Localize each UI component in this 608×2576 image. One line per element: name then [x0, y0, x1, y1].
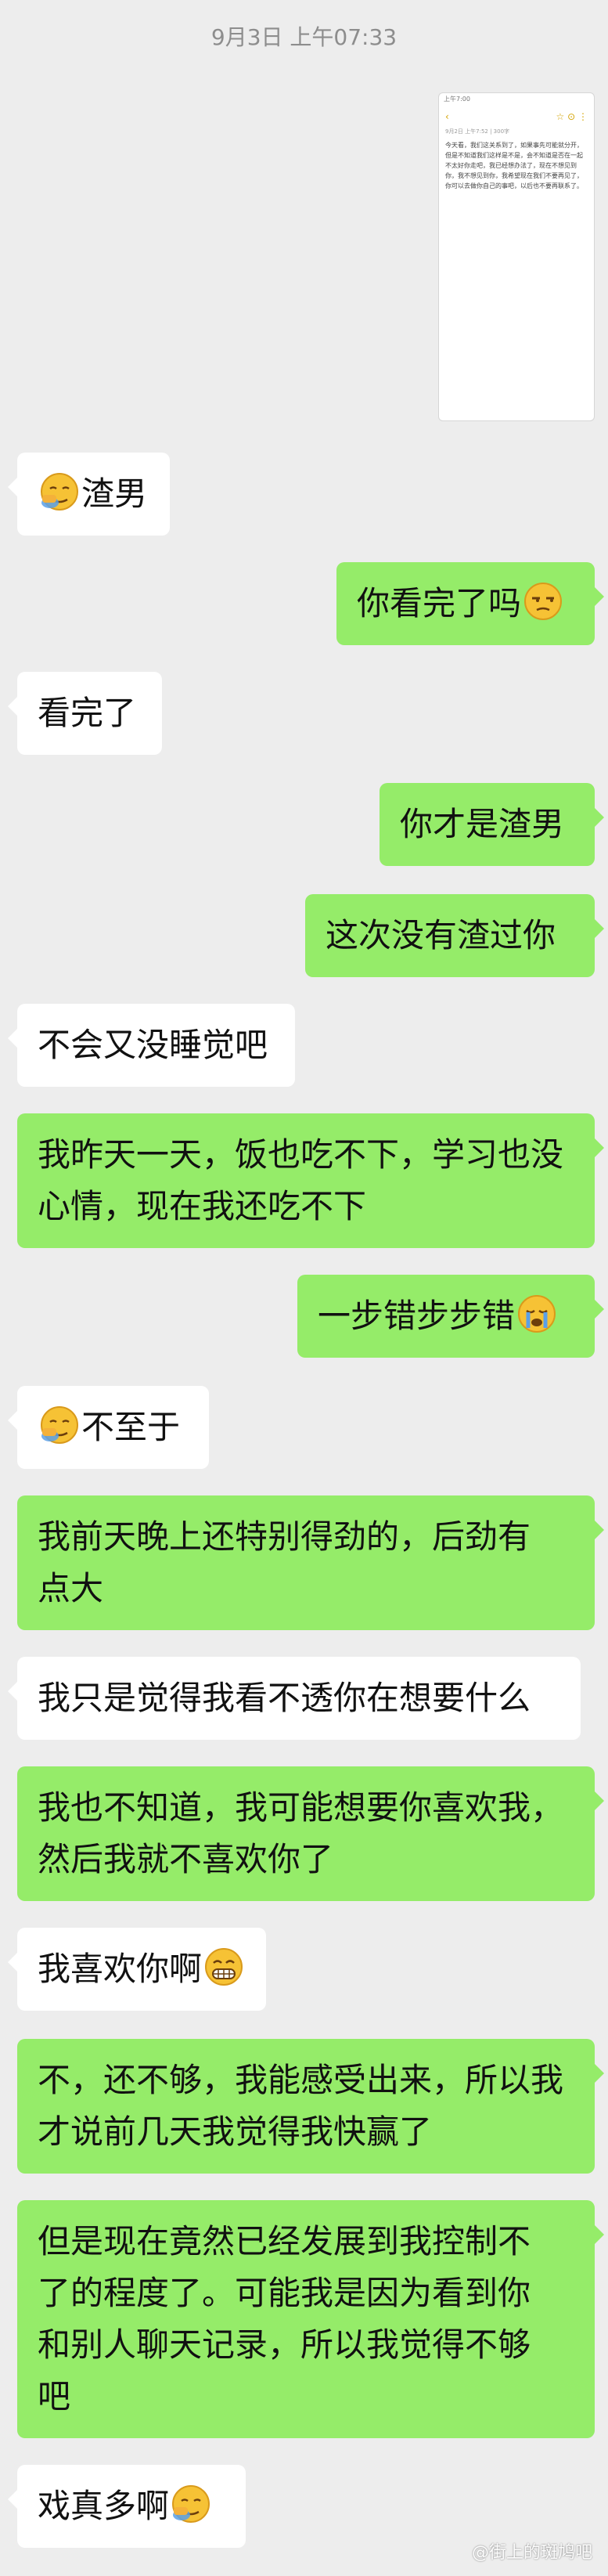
- message-text-content: 这次没有渣过你: [326, 916, 556, 954]
- message-text: 我前天晚上还特别得劲的，后劲有: [38, 1511, 574, 1563]
- message-bubble[interactable]: 这次没有渣过你: [305, 894, 604, 977]
- chat-timestamp: 9月3日 上午07:33: [210, 24, 398, 50]
- message-text: 但是现在竟然已经发展到我控制不: [38, 2216, 574, 2268]
- message-text-content: 我只是觉得我看不透你在想要什么: [38, 1679, 531, 1717]
- message-text: 你才是渣男: [400, 799, 574, 850]
- message-text-content: 我喜欢你啊: [38, 1950, 203, 1988]
- message-text: 不至于: [38, 1402, 189, 1453]
- facepalm-emoji-icon: [41, 1406, 78, 1444]
- message-text: 吧: [38, 2371, 574, 2423]
- message-text: 不会又没睡觉吧: [38, 1019, 275, 1071]
- message-bubble[interactable]: 戏真多啊: [8, 2465, 246, 2548]
- message-bubble[interactable]: 我也不知道，我可能想要你喜欢我， 然后我就不喜欢你了: [17, 1766, 604, 1901]
- message-bubble[interactable]: 不，还不够，我能感受出来，所以我 才说前几天我觉得我快赢了: [17, 2039, 604, 2174]
- message-bubble[interactable]: 一步错步步错: [297, 1275, 604, 1358]
- unamused-emoji-icon: [524, 583, 563, 620]
- crying-emoji-icon: [518, 1295, 556, 1333]
- message-bubble[interactable]: 我前天晚上还特别得劲的，后劲有 点大: [17, 1495, 604, 1630]
- note-body: 今天看，我们这关系到了，如果事先可能就分开，但是不知道我们这样是不是，会不知道是…: [445, 142, 583, 189]
- message-text-content: 不至于: [81, 1408, 181, 1446]
- message-text: 渣男: [38, 468, 149, 520]
- message-text-content: 你看完了吗: [357, 584, 522, 622]
- message-text-content: 然后我就不喜欢你了: [38, 1840, 334, 1878]
- message-text: 了的程度了。可能我是因为看到你: [38, 2268, 574, 2319]
- message-bubble[interactable]: 我昨天一天，饭也吃不下，学习也没 心情，现在我还吃不下: [17, 1113, 604, 1248]
- message-text: 戏真多啊: [38, 2480, 225, 2532]
- message-text-content: 看完了: [38, 694, 137, 732]
- note-actions-icons: ☆ ⊙ ⋮: [556, 111, 588, 122]
- back-icon: ‹: [445, 111, 449, 122]
- message-text-content: 我前天晚上还特别得劲的，后劲有: [38, 1517, 531, 1556]
- message-text-content: 不，还不够，我能感受出来，所以我: [38, 2061, 564, 2099]
- message-bubble[interactable]: 你才是渣男: [380, 783, 604, 866]
- message-text-content: 和别人聊天记录，所以我觉得不够: [38, 2325, 531, 2364]
- note-status-bar: 上午7:00: [444, 96, 470, 103]
- message-text: 不，还不够，我能感受出来，所以我: [38, 2055, 574, 2106]
- message-text: 一步错步步错: [318, 1290, 574, 1342]
- watermark: @街上的斑鸠吧: [471, 2543, 592, 2563]
- message-text-content: 不会又没睡觉吧: [38, 1026, 268, 1064]
- message-text-content: 你才是渣男: [400, 805, 565, 843]
- grin-emoji-icon: [205, 1948, 243, 1986]
- message-text: 才说前几天我觉得我快赢了: [38, 2106, 574, 2158]
- message-text-content: 吧: [38, 2377, 71, 2415]
- message-text-content: 心情，现在我还吃不下: [38, 1187, 367, 1225]
- message-text: 心情，现在我还吃不下: [38, 1181, 574, 1232]
- message-bubble[interactable]: 不至于: [8, 1386, 209, 1469]
- message-text-content: 才说前几天我觉得我快赢了: [38, 2112, 433, 2151]
- note-screenshot-image[interactable]: 上午7:00 ‹ ☆ ⊙ ⋮ 9月2日 上午7:52 | 300字 今天看，我们…: [438, 92, 595, 421]
- message-text: 我只是觉得我看不透你在想要什么: [38, 1672, 560, 1724]
- message-bubble[interactable]: 不会又没睡觉吧: [8, 1004, 295, 1087]
- message-bubble[interactable]: 看完了: [8, 672, 162, 755]
- message-text-content: 点大: [38, 1569, 104, 1607]
- message-bubble[interactable]: 我只是觉得我看不透你在想要什么: [8, 1657, 581, 1740]
- message-text-content: 戏真多啊: [38, 2487, 170, 2525]
- message-text-content: 我也不知道，我可能想要你喜欢我，: [38, 1788, 564, 1827]
- message-text-content: 一步错步步错: [318, 1297, 516, 1335]
- message-bubble[interactable]: 渣男: [8, 453, 170, 536]
- message-bubble[interactable]: 我喜欢你啊: [8, 1928, 266, 2011]
- message-text: 你看完了吗: [357, 578, 574, 630]
- facepalm-emoji-icon: [41, 473, 78, 511]
- message-text: 我昨天一天，饭也吃不下，学习也没: [38, 1129, 574, 1181]
- message-text-content: 了的程度了。可能我是因为看到你: [38, 2274, 531, 2312]
- message-text-content: 我昨天一天，饭也吃不下，学习也没: [38, 1135, 564, 1174]
- message-text: 点大: [38, 1563, 574, 1615]
- message-text: 我也不知道，我可能想要你喜欢我，: [38, 1782, 574, 1834]
- message-text-content: 但是现在竟然已经发展到我控制不: [38, 2222, 531, 2260]
- message-bubble[interactable]: 你看完了吗: [336, 562, 604, 645]
- message-bubble[interactable]: 但是现在竟然已经发展到我控制不 了的程度了。可能我是因为看到你 和别人聊天记录，所以…: [17, 2200, 604, 2438]
- message-text: 这次没有渣过你: [326, 910, 574, 961]
- facepalm-emoji-icon: [172, 2485, 210, 2523]
- message-text: 和别人聊天记录，所以我觉得不够: [38, 2319, 574, 2371]
- message-text-content: 渣男: [81, 474, 148, 513]
- message-text: 然后我就不喜欢你了: [38, 1834, 574, 1885]
- note-meta: 9月2日 上午7:52 | 300字: [445, 128, 510, 135]
- note-toolbar: ‹ ☆ ⊙ ⋮: [439, 107, 594, 126]
- message-text: 我喜欢你啊: [38, 1943, 246, 1995]
- message-text: 看完了: [38, 687, 142, 739]
